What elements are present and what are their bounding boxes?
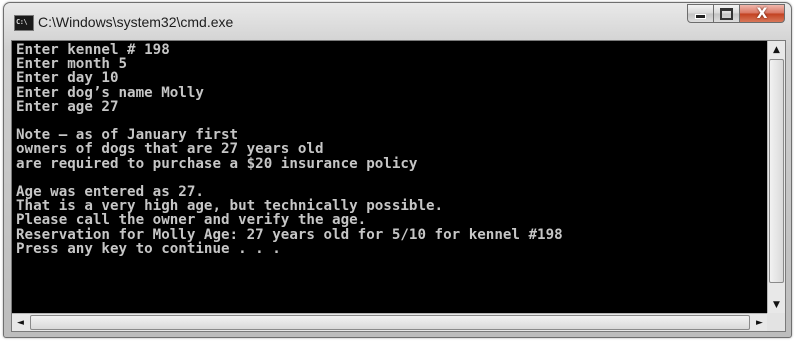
scroll-left-arrow-icon[interactable]: ◄ — [12, 314, 29, 331]
close-icon: X — [756, 5, 768, 22]
maximize-icon — [720, 7, 733, 20]
console-text: Enter kennel # 198 Enter month 5 Enter d… — [12, 41, 768, 256]
console-line: Press any key to continue . . . — [16, 240, 281, 257]
console-frame: Enter kennel # 198 Enter month 5 Enter d… — [11, 40, 786, 332]
horizontal-scroll-thumb[interactable] — [30, 315, 750, 330]
scroll-right-arrow-icon[interactable]: ► — [751, 314, 768, 331]
console-line: are required to purchase a $20 insurance… — [16, 155, 418, 172]
vertical-scroll-thumb[interactable] — [769, 59, 784, 283]
title-bar[interactable]: C:\ C:\Windows\system32\cmd.exe X — [4, 3, 791, 41]
caption-buttons: X — [687, 4, 785, 24]
console-icon[interactable]: C:\ — [14, 15, 34, 31]
console-icon-text: C:\ — [16, 18, 28, 26]
window-title: C:\Windows\system32\cmd.exe — [38, 14, 234, 30]
scroll-up-arrow-icon[interactable]: ▲ — [768, 41, 785, 58]
horizontal-scrollbar[interactable]: ◄ ► — [12, 313, 768, 331]
scroll-down-arrow-icon[interactable]: ▼ — [768, 296, 785, 313]
console-output[interactable]: Enter kennel # 198 Enter month 5 Enter d… — [12, 41, 768, 313]
close-button[interactable]: X — [740, 4, 785, 23]
console-window: C:\ C:\Windows\system32\cmd.exe X Enter … — [3, 2, 792, 338]
console-line: Enter age 27 — [16, 98, 119, 115]
minimize-button[interactable] — [687, 4, 714, 23]
vertical-scrollbar[interactable]: ▲ ▼ — [767, 41, 785, 313]
maximize-button[interactable] — [714, 4, 740, 23]
minimize-icon — [695, 14, 706, 19]
size-grip[interactable] — [767, 313, 785, 331]
